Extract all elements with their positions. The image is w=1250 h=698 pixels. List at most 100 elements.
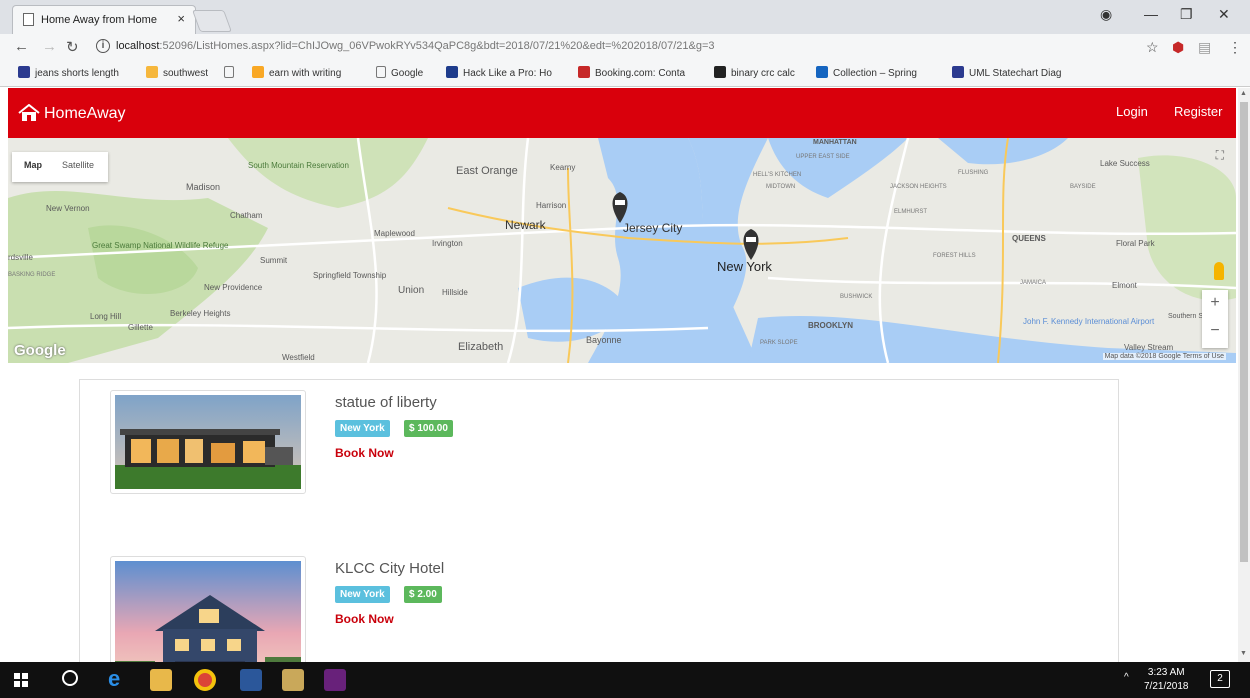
bookmark-item[interactable]: Google xyxy=(376,66,423,79)
bookmark-item[interactable]: Hack Like a Pro: Ho xyxy=(446,66,552,79)
svg-text:Irvington: Irvington xyxy=(432,239,463,248)
chrome-icon[interactable] xyxy=(194,669,216,691)
zoom-control: + − xyxy=(1202,290,1228,348)
login-link[interactable]: Login xyxy=(1116,104,1148,119)
extension-icon[interactable]: ▤ xyxy=(1198,39,1211,56)
bookmark-item[interactable]: Collection – Spring xyxy=(816,66,917,79)
new-tab-button[interactable] xyxy=(191,10,233,32)
listings-panel: statue of liberty New York $ 100.00 Book… xyxy=(79,379,1119,686)
clock-date: 7/21/2018 xyxy=(1144,681,1189,692)
svg-text:MIDTOWN: MIDTOWN xyxy=(766,184,795,190)
map[interactable]: MANHATTAN UPPER EAST SIDE HELL'S KITCHEN… xyxy=(8,138,1236,363)
forward-icon[interactable]: → xyxy=(42,38,57,55)
browser-tab[interactable]: Home Away from Home × xyxy=(12,5,196,34)
svg-text:Berkeley Heights: Berkeley Heights xyxy=(170,309,230,318)
edge-browser-icon[interactable]: e xyxy=(108,666,120,692)
svg-text:HELL'S KITCHEN: HELL'S KITCHEN xyxy=(753,172,801,178)
svg-text:BASKING RIDGE: BASKING RIDGE xyxy=(8,272,55,278)
scroll-up-icon[interactable]: ▲ xyxy=(1240,90,1247,97)
bookmark-star-icon[interactable]: ☆ xyxy=(1146,39,1159,56)
page-icon xyxy=(23,13,34,26)
svg-text:FLUSHING: FLUSHING xyxy=(958,170,989,176)
bookmark-item[interactable]: southwest xyxy=(146,66,208,79)
listing-image[interactable] xyxy=(110,390,306,494)
svg-text:Elmont: Elmont xyxy=(1112,281,1138,290)
back-icon[interactable]: ← xyxy=(14,38,29,55)
svg-text:Madison: Madison xyxy=(186,182,220,192)
svg-text:JAMAICA: JAMAICA xyxy=(1020,280,1046,286)
clock[interactable]: 3:23 AM 7/21/2018 xyxy=(1144,667,1189,692)
svg-text:Bayonne: Bayonne xyxy=(586,335,622,345)
bookmark-label: earn with writing xyxy=(269,68,342,79)
reload-icon[interactable]: ↻ xyxy=(66,38,79,56)
visual-studio-icon[interactable] xyxy=(324,669,346,691)
word-icon[interactable] xyxy=(240,669,262,691)
file-explorer-icon[interactable] xyxy=(150,669,172,691)
bookmark-label: UML Statechart Diag xyxy=(969,68,1062,79)
listing-name[interactable]: statue of liberty xyxy=(335,394,437,411)
svg-text:Springfield Township: Springfield Township xyxy=(313,271,387,280)
street-view-pegman-icon[interactable] xyxy=(1214,262,1224,280)
listing-name[interactable]: KLCC City Hotel xyxy=(335,560,444,577)
profile-icon[interactable]: ◉ xyxy=(1100,6,1112,23)
bookmark-label: binary crc calc xyxy=(731,68,795,79)
svg-text:Jersey City: Jersey City xyxy=(623,221,682,235)
brand-link[interactable]: HomeAway xyxy=(18,104,126,123)
book-now-button[interactable]: Book Now xyxy=(335,612,394,626)
price-badge: $ 2.00 xyxy=(404,586,442,603)
menu-icon[interactable]: ⋮ xyxy=(1228,39,1242,56)
scroll-thumb[interactable] xyxy=(1240,102,1248,562)
map-type-satellite-button[interactable]: Satellite xyxy=(62,160,94,170)
bookmark-label: Booking.com: Conta xyxy=(595,68,686,79)
address-bar[interactable]: i localhost:52096/ListHomes.aspx?lid=ChI… xyxy=(88,36,1138,58)
maximize-icon[interactable]: ❐ xyxy=(1180,6,1193,23)
cortana-search-icon[interactable] xyxy=(62,670,78,686)
url-text[interactable]: localhost:52096/ListHomes.aspx?lid=ChIJO… xyxy=(116,40,715,52)
bookmark-label: jeans shorts length xyxy=(35,68,119,79)
site-navbar: HomeAway Login Register xyxy=(8,88,1236,138)
city-badge: New York xyxy=(335,586,390,603)
close-window-icon[interactable]: ✕ xyxy=(1218,6,1230,23)
list-item: KLCC City Hotel New York $ 2.00 Book Now xyxy=(110,556,1010,686)
paint-icon[interactable] xyxy=(282,669,304,691)
zoom-in-button[interactable]: + xyxy=(1202,294,1228,312)
bookmark-item[interactable]: earn with writing xyxy=(252,66,341,79)
book-now-button[interactable]: Book Now xyxy=(335,446,394,460)
map-type-map-button[interactable]: Map xyxy=(24,160,42,170)
extension-shield-icon[interactable]: ⬢ xyxy=(1172,39,1184,56)
brand-name: HomeAway xyxy=(44,105,126,122)
bookmark-favicon xyxy=(252,66,264,78)
svg-text:John F. Kennedy International: John F. Kennedy International Airport xyxy=(1023,317,1155,326)
bookmark-item[interactable]: Booking.com: Conta xyxy=(578,66,685,79)
svg-text:BUSHWICK: BUSHWICK xyxy=(840,294,872,300)
info-icon[interactable]: i xyxy=(96,39,110,53)
svg-text:New Providence: New Providence xyxy=(204,283,263,292)
fullscreen-icon[interactable]: ⛶ xyxy=(1216,148,1224,163)
windows-taskbar: e ^ 3:23 AM 7/21/2018 2 xyxy=(0,662,1250,698)
price-badge: $ 100.00 xyxy=(404,420,453,437)
bookmark-item[interactable]: binary crc calc xyxy=(714,66,795,79)
zoom-out-button[interactable]: − xyxy=(1202,322,1228,340)
svg-text:Newark: Newark xyxy=(505,218,547,232)
register-link[interactable]: Register xyxy=(1174,104,1222,119)
map-attribution[interactable]: Map data ©2018 Google Terms of Use xyxy=(1102,353,1226,360)
bookmark-favicon xyxy=(18,66,30,78)
svg-text:Hillside: Hillside xyxy=(442,288,468,297)
svg-text:Maplewood: Maplewood xyxy=(374,229,415,238)
svg-text:QUEENS: QUEENS xyxy=(1012,234,1046,243)
close-tab-icon[interactable]: × xyxy=(177,11,185,26)
windows-start-icon[interactable] xyxy=(14,673,28,687)
svg-text:MANHATTAN: MANHATTAN xyxy=(813,139,857,146)
bookmark-item[interactable]: UML Statechart Diag xyxy=(952,66,1061,79)
tray-chevron-icon[interactable]: ^ xyxy=(1124,672,1129,683)
notifications-icon[interactable]: 2 xyxy=(1210,670,1230,688)
bookmark-item[interactable] xyxy=(224,66,239,79)
map-canvas: MANHATTAN UPPER EAST SIDE HELL'S KITCHEN… xyxy=(8,138,1236,363)
scroll-down-icon[interactable]: ▼ xyxy=(1240,650,1247,657)
svg-text:ELMHURST: ELMHURST xyxy=(894,209,927,215)
svg-text:Chatham: Chatham xyxy=(230,211,263,220)
minimize-icon[interactable]: — xyxy=(1144,6,1158,22)
page-scrollbar[interactable]: ▲ ▼ xyxy=(1238,88,1250,662)
bookmark-item[interactable]: jeans shorts length xyxy=(18,66,119,79)
bookmark-favicon xyxy=(714,66,726,78)
